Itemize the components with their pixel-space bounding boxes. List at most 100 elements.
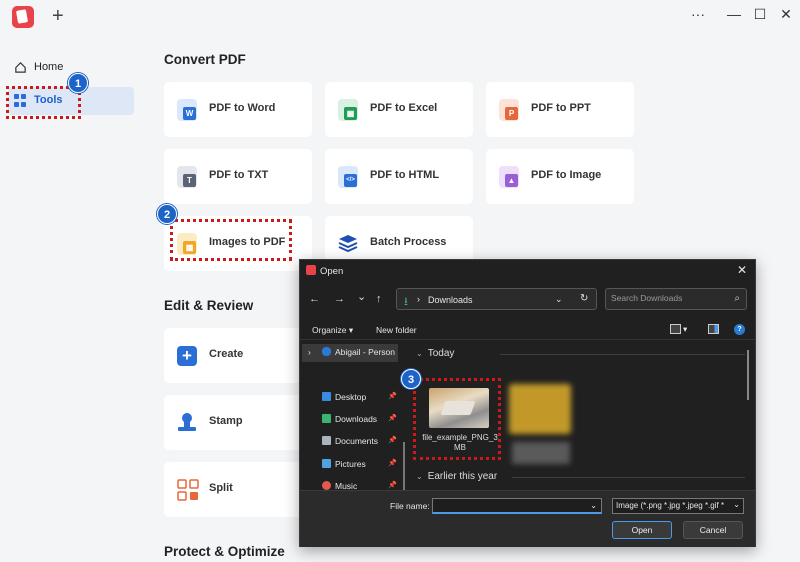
file-scrollbar[interactable] xyxy=(747,350,749,400)
search-input[interactable] xyxy=(611,293,721,303)
highlight-file xyxy=(413,378,501,460)
maximize-button[interactable]: ☐ xyxy=(750,6,770,23)
group-label: Today xyxy=(427,348,455,359)
card-pdf-to-excel[interactable]: ▦ PDF to Excel xyxy=(325,82,473,137)
chevron-down-icon[interactable]: ⌄ xyxy=(590,501,597,510)
file-type-select[interactable]: Image (*.png *.jpg *.jpeg *.gif * ⌄ xyxy=(612,498,744,514)
step-2-marker: 2 xyxy=(157,204,177,224)
image-icon: ▲ xyxy=(499,166,519,188)
card-pdf-to-html[interactable]: </> PDF to HTML xyxy=(325,149,473,204)
card-label: PDF to Word xyxy=(209,102,276,114)
help-icon[interactable]: ? xyxy=(734,324,745,335)
address-path[interactable]: Downloads xyxy=(428,295,473,305)
expand-chevron-icon[interactable]: › xyxy=(308,347,311,357)
nav-item-documents[interactable]: Documents 📌 xyxy=(322,436,397,446)
title-bar: + ··· — ☐ ✕ xyxy=(0,0,800,34)
downloads-icon: ⭳ xyxy=(404,296,408,308)
app-logo-icon xyxy=(12,6,34,28)
stamp-icon xyxy=(177,412,197,434)
group-header-earlier[interactable]: ⌄ Earlier this year xyxy=(416,471,497,482)
nav-scrollbar[interactable] xyxy=(403,442,405,490)
card-pdf-to-txt[interactable]: T PDF to TXT xyxy=(164,149,312,204)
card-label: Create xyxy=(209,348,244,360)
card-pdf-to-word[interactable]: W PDF to Word xyxy=(164,82,312,137)
card-split[interactable]: Split xyxy=(164,462,312,517)
up-button[interactable]: ↑ xyxy=(376,293,382,305)
pictures-icon xyxy=(322,459,331,468)
refresh-icon[interactable]: ↻ xyxy=(580,293,588,304)
chevron-down-icon[interactable]: ⌄ xyxy=(555,294,563,305)
new-folder-button[interactable]: New folder xyxy=(376,325,417,335)
forward-button[interactable]: → xyxy=(334,293,345,305)
card-label: PDF to HTML xyxy=(370,169,440,181)
pin-icon: 📌 xyxy=(388,460,397,467)
view-dropdown-icon[interactable]: ▾ xyxy=(683,324,687,335)
nav-item-label: Downloads xyxy=(335,414,378,424)
card-label: Batch Process xyxy=(370,236,447,248)
blurred-file-label xyxy=(512,442,570,464)
new-tab-button[interactable]: + xyxy=(52,5,64,27)
sidebar-item-label: Home xyxy=(34,61,64,73)
more-options-button[interactable]: ··· xyxy=(688,6,708,22)
close-button[interactable]: ✕ xyxy=(776,6,796,23)
command-bar: Organize ▾ New folder ▾ ? xyxy=(300,320,755,340)
chevron-down-icon: ⌄ xyxy=(733,500,740,509)
card-label: Stamp xyxy=(209,415,243,427)
open-button[interactable]: Open xyxy=(612,521,672,539)
downloads-icon xyxy=(322,414,331,423)
documents-icon xyxy=(322,436,331,445)
card-label: PDF to PPT xyxy=(531,102,591,114)
back-button[interactable]: ← xyxy=(309,293,320,305)
nav-item-label: Desktop xyxy=(335,392,367,402)
word-icon: W xyxy=(177,99,197,121)
nav-item-pictures[interactable]: Pictures 📌 xyxy=(322,459,397,469)
nav-item-label: Pictures xyxy=(335,459,366,469)
view-options-icon[interactable] xyxy=(670,324,681,334)
nav-item-downloads[interactable]: Downloads 📌 xyxy=(322,414,397,424)
pin-icon: 📌 xyxy=(388,415,397,422)
organize-menu[interactable]: Organize ▾ xyxy=(312,325,353,336)
cancel-button[interactable]: Cancel xyxy=(683,521,743,539)
group-divider xyxy=(500,354,745,355)
card-label: PDF to Image xyxy=(531,169,602,181)
card-create[interactable]: + Create xyxy=(164,328,312,383)
file-name-field[interactable]: ⌄ xyxy=(432,498,602,514)
app-logo-icon xyxy=(306,265,316,275)
chevron-down-icon: ⌄ xyxy=(416,472,423,481)
nav-item-onedrive[interactable]: Abigail - Person xyxy=(322,347,395,357)
section-title-protect: Protect & Optimize xyxy=(164,544,285,559)
nav-item-label: Documents xyxy=(335,436,378,446)
highlight-images-to-pdf xyxy=(170,219,292,261)
dialog-footer: File name: ⌄ Image (*.png *.jpg *.jpeg *… xyxy=(300,490,755,547)
group-header-today[interactable]: ⌄ Today xyxy=(416,348,454,359)
plus-icon: + xyxy=(177,346,197,366)
card-pdf-to-image[interactable]: ▲ PDF to Image xyxy=(486,149,634,204)
card-label: Split xyxy=(209,482,233,494)
excel-icon: ▦ xyxy=(338,99,358,121)
file-type-value: Image (*.png *.jpg *.jpeg *.gif * xyxy=(616,501,725,510)
nav-item-label: Abigail - Person xyxy=(335,347,396,357)
file-name-input[interactable] xyxy=(436,500,586,510)
address-bar[interactable]: ⭳ › Downloads ⌄ ↻ xyxy=(396,288,597,310)
chevron-down-icon: ⌄ xyxy=(416,349,423,358)
section-title-convert: Convert PDF xyxy=(164,52,246,67)
nav-item-desktop[interactable]: Desktop 📌 xyxy=(322,392,397,402)
preview-pane-icon[interactable] xyxy=(708,324,719,334)
card-pdf-to-ppt[interactable]: P PDF to PPT xyxy=(486,82,634,137)
dialog-close-button[interactable]: ✕ xyxy=(737,263,747,277)
card-stamp[interactable]: Stamp xyxy=(164,395,312,450)
search-box[interactable]: ⌕ xyxy=(605,288,747,310)
pin-icon: 📌 xyxy=(388,437,397,444)
html-icon: </> xyxy=(338,166,358,188)
split-icon xyxy=(177,479,199,501)
card-label: PDF to Excel xyxy=(370,102,438,114)
recent-locations-button[interactable]: ⌄ xyxy=(357,290,366,303)
search-icon: ⌕ xyxy=(734,293,740,304)
open-file-dialog: Open ✕ ← → ⌄ ↑ ⭳ › Downloads ⌄ ↻ ⌕ Organ… xyxy=(299,259,756,547)
pin-icon: 📌 xyxy=(388,482,397,489)
chevron-right-icon: › xyxy=(417,294,420,304)
blurred-folder-icon[interactable] xyxy=(509,384,571,434)
group-label: Earlier this year xyxy=(427,471,498,482)
minimize-button[interactable]: — xyxy=(724,6,744,22)
group-divider xyxy=(512,477,745,478)
